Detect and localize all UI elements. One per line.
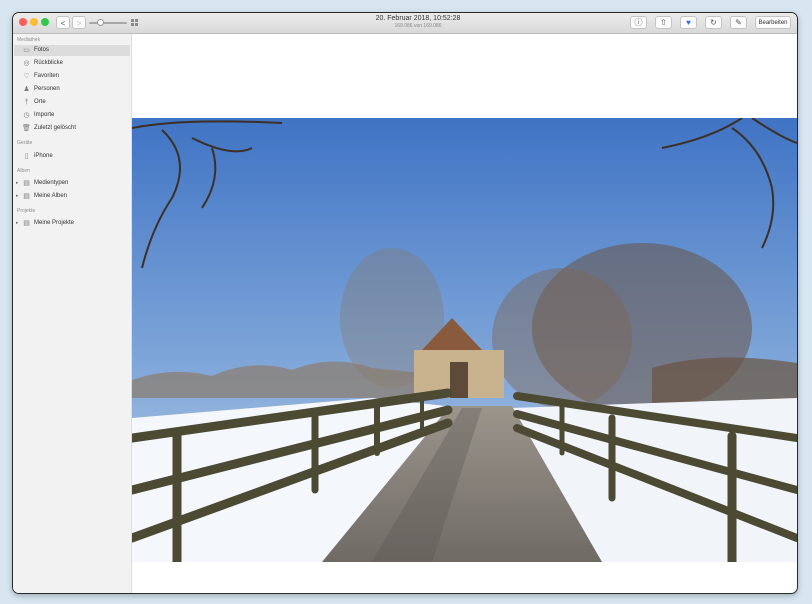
back-button[interactable]: < [56,16,70,29]
sidebar-item-label: Zuletzt gelöscht [34,125,77,131]
sidebar-item-label: Personen [34,86,60,92]
photos-icon: ▭ [23,47,30,54]
enhance-button[interactable]: ✎ [730,16,747,29]
clock-icon: ◷ [23,112,30,119]
close-window-button[interactable] [19,18,27,26]
zoom-slider-track[interactable] [89,22,127,24]
sidebar-item-medientypen[interactable]: ▸ ▤ Medientypen [14,178,130,189]
sidebar-item-label: Fotos [34,47,50,53]
favorite-button[interactable]: ♥ [680,16,697,29]
bare-tree [492,268,632,408]
disclosure-triangle-icon[interactable]: ▸ [16,191,19,202]
sidebar-item-orte[interactable]: † Orte [14,97,130,108]
iphone-icon: ▯ [24,153,29,160]
sidebar-item-iphone[interactable]: ▯ iPhone [14,151,130,162]
forward-button[interactable]: > [72,16,86,29]
photos-window: < > 20. Februar 2018, 10:52:28 169.086 v… [12,12,798,594]
folder-icon: ▤ [23,193,30,200]
sidebar-item-meine-alben[interactable]: ▸ ▤ Meine Alben [14,191,130,202]
edit-button[interactable]: Bearbeiten [755,16,791,29]
folder-icon: ▤ [23,180,30,187]
pin-icon: † [24,99,29,106]
sidebar-item-label: Meine Alben [34,193,68,199]
section-header-devices: Geräte [17,140,33,146]
sidebar-item-label: Medientypen [34,180,69,186]
folder-icon: ▤ [23,220,30,227]
info-icon: ⓘ [634,18,643,27]
sidebar-item-importe[interactable]: ◷ Importe [14,110,130,121]
share-button[interactable]: ⇧ [655,16,672,29]
sidebar-item-label: Rückblicke [34,60,64,66]
zoom-slider-knob[interactable] [97,19,104,26]
sidebar-item-label: Favoriten [34,73,60,79]
share-icon: ⇧ [660,18,667,27]
memories-icon: ◎ [23,60,30,67]
sidebar-item-personen[interactable]: ♟ Personen [14,84,130,95]
trash-icon: 🗑 [22,125,31,132]
sidebar: Mediathek ▭ Fotos ◎ Rückblicke ♡ Favorit… [13,34,132,593]
sidebar-item-meine-projekte[interactable]: ▸ ▤ Meine Projekte [14,218,130,229]
sidebar-item-favoriten[interactable]: ♡ Favoriten [14,71,130,82]
zoom-window-button[interactable] [41,18,49,26]
window-title: 20. Februar 2018, 10:52:28 169.086 von 1… [313,15,523,30]
sidebar-item-zuletzt-geloescht[interactable]: 🗑 Zuletzt gelöscht [14,123,130,134]
heart-icon: ♡ [23,73,30,80]
titlebar: < > 20. Februar 2018, 10:52:28 169.086 v… [13,13,797,34]
heart-icon: ♥ [686,18,691,27]
sidebar-item-label: Orte [34,99,46,105]
sidebar-item-label: iPhone [34,153,53,159]
rotate-button[interactable]: ↻ [705,16,722,29]
sidebar-item-fotos[interactable]: ▭ Fotos [14,45,130,56]
disclosure-triangle-icon[interactable]: ▸ [16,218,19,229]
sidebar-item-label: Meine Projekte [34,220,75,226]
photo-count-subtitle: 169.086 von 169.086 [394,23,442,29]
info-button[interactable]: ⓘ [630,16,647,29]
disclosure-triangle-icon[interactable]: ▸ [16,178,19,189]
photo-date-title: 20. Februar 2018, 10:52:28 [375,15,461,22]
sidebar-item-rueckblicke[interactable]: ◎ Rückblicke [14,58,130,69]
magic-wand-icon: ✎ [735,18,742,27]
photo-view[interactable] [132,118,797,562]
minimize-window-button[interactable] [30,18,38,26]
grid-icon [131,19,138,26]
section-header-library: Mediathek [17,37,41,43]
person-icon: ♟ [23,86,30,93]
section-header-projects: Projekte [17,208,36,214]
rotate-icon: ↻ [710,18,717,27]
section-header-albums: Alben [17,168,30,174]
sidebar-item-label: Importe [34,112,55,118]
house-door [450,362,468,398]
